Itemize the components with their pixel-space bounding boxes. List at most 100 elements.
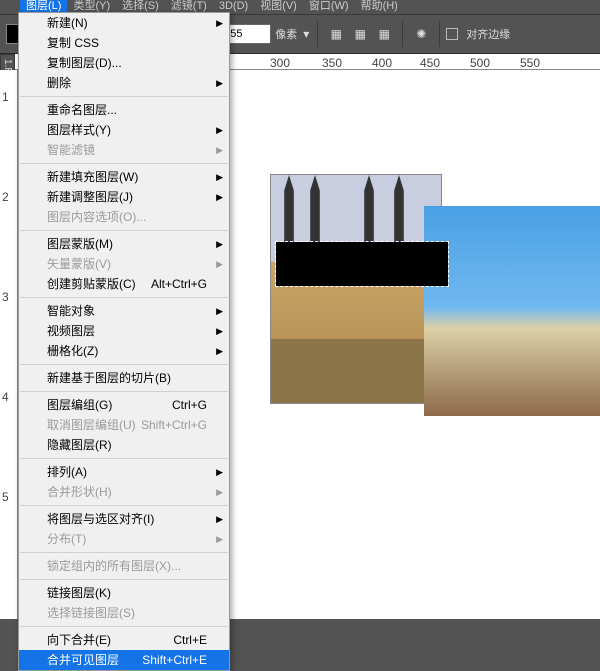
menu-shortcut: Ctrl+E: [173, 630, 207, 650]
menu-item[interactable]: 删除 ▶: [19, 73, 229, 93]
submenu-arrow-icon: ▶: [216, 341, 223, 361]
menu-item: 分布(T)▶: [19, 529, 229, 549]
height-input[interactable]: [225, 24, 271, 44]
separator: [439, 21, 440, 47]
menu-item[interactable]: 合并可见图层 Shift+Ctrl+E: [19, 650, 229, 670]
menu-item[interactable]: 复制图层(D)...: [19, 53, 229, 73]
menu-shortcut: Shift+Ctrl+E: [142, 650, 207, 670]
menu-separator: [20, 230, 228, 231]
ruler-tick: 2: [2, 190, 9, 204]
menu-item-label: 图层样式(Y): [47, 123, 111, 137]
ruler-tick: 500: [470, 56, 490, 70]
submenu-arrow-icon: ▶: [216, 13, 223, 33]
menu-item-label: 将图层与选区对齐(I): [47, 512, 154, 526]
menu-item[interactable]: 视频图层▶: [19, 321, 229, 341]
menu-item-label: 图层编组(G): [47, 398, 112, 412]
ruler-tick: 1: [2, 90, 9, 104]
menu-separator: [20, 579, 228, 580]
menu-item-label: 分布(T): [47, 532, 86, 546]
gear-icon[interactable]: ✺: [412, 25, 430, 43]
submenu-arrow-icon: ▶: [216, 167, 223, 187]
menu-item[interactable]: 排列(A)▶: [19, 462, 229, 482]
menu-item-label: 视频图层: [47, 324, 95, 338]
menu-item[interactable]: 新建(N) ▶: [19, 13, 229, 33]
ruler-tick: 550: [520, 56, 540, 70]
menu-item-label: 删除: [47, 76, 71, 90]
menu-item[interactable]: 链接图层(K): [19, 583, 229, 603]
menu-item-label: 复制图层(D)...: [47, 56, 122, 70]
submenu-arrow-icon: ▶: [216, 73, 223, 93]
menu-shortcut: Shift+Ctrl+G: [141, 415, 207, 435]
menu-separator: [20, 458, 228, 459]
image-layer-buildings[interactable]: [270, 174, 442, 404]
menu-item-label: 新建基于图层的切片(B): [47, 371, 171, 385]
align-right-icon[interactable]: ▦: [375, 25, 393, 43]
ruler-tick: 450: [420, 56, 440, 70]
menu-shortcut: Alt+Ctrl+G: [151, 274, 207, 294]
menu-item[interactable]: 创建剪贴蒙版(C)Alt+Ctrl+G: [19, 274, 229, 294]
menu-separator: [20, 552, 228, 553]
menu-item[interactable]: 新建填充图层(W) ▶: [19, 167, 229, 187]
menu-item-label: 新建调整图层(J): [47, 190, 133, 204]
align-edges-checkbox[interactable]: [446, 28, 458, 40]
menu-item: 选择链接图层(S): [19, 603, 229, 623]
menu-item[interactable]: 图层编组(G)Ctrl+G: [19, 395, 229, 415]
menu-item: 智能滤镜▶: [19, 140, 229, 160]
dropdown-icon[interactable]: ▾: [301, 27, 311, 41]
submenu-arrow-icon: ▶: [216, 254, 223, 274]
menubar-item[interactable]: 视图(V): [254, 0, 303, 14]
menu-separator: [20, 505, 228, 506]
menu-item-label: 智能对象: [47, 304, 95, 318]
menu-item[interactable]: 智能对象▶: [19, 301, 229, 321]
menu-item[interactable]: 栅格化(Z) ▶: [19, 341, 229, 361]
menu-separator: [20, 96, 228, 97]
menu-item[interactable]: 重命名图层...: [19, 100, 229, 120]
menubar-item[interactable]: 窗口(W): [303, 0, 355, 14]
menu-item[interactable]: 新建调整图层(J) ▶: [19, 187, 229, 207]
menu-item[interactable]: 图层样式(Y) ▶: [19, 120, 229, 140]
menu-separator: [20, 391, 228, 392]
submenu-arrow-icon: ▶: [216, 140, 223, 160]
menubar-item[interactable]: 帮助(H): [355, 0, 404, 14]
menu-item[interactable]: 隐藏图层(R): [19, 435, 229, 455]
align-edges-label: 对齐边缘: [466, 26, 510, 42]
menu-item-label: 链接图层(K): [47, 586, 111, 600]
align-left-icon[interactable]: ▦: [327, 25, 345, 43]
menu-item-label: 复制 CSS: [47, 36, 99, 50]
layer-menu: 新建(N)▶复制 CSS复制图层(D)...删除▶重命名图层...图层样式(Y)…: [18, 12, 230, 671]
separator: [317, 21, 318, 47]
menu-item-label: 向下合并(E): [47, 633, 111, 647]
ruler-tick: 350: [322, 56, 342, 70]
image-layer-beach[interactable]: [424, 206, 600, 416]
menu-separator: [20, 163, 228, 164]
menu-item: 矢量蒙版(V) ▶: [19, 254, 229, 274]
submenu-arrow-icon: ▶: [216, 462, 223, 482]
ruler-tick: 300: [270, 56, 290, 70]
menu-item-label: 栅格化(Z): [47, 344, 98, 358]
menu-item-label: 新建(N): [47, 16, 88, 30]
ruler-tick: 5: [2, 490, 9, 504]
menu-item[interactable]: 复制 CSS: [19, 33, 229, 53]
menu-separator: [20, 626, 228, 627]
align-center-icon[interactable]: ▦: [351, 25, 369, 43]
menu-item: 图层内容选项(O)...: [19, 207, 229, 227]
menu-item[interactable]: 向下合并(E) Ctrl+E: [19, 630, 229, 650]
menu-item-label: 选择链接图层(S): [47, 606, 135, 620]
rectangle-shape[interactable]: [276, 242, 448, 286]
menu-item-label: 锁定组内的所有图层(X)...: [47, 559, 181, 573]
menu-item[interactable]: 新建基于图层的切片(B): [19, 368, 229, 388]
submenu-arrow-icon: ▶: [216, 120, 223, 140]
menu-item-label: 新建填充图层(W): [47, 170, 138, 184]
ruler-tick: 4: [2, 390, 9, 404]
menu-item-label: 矢量蒙版(V): [47, 257, 111, 271]
menu-item[interactable]: 图层蒙版(M)▶: [19, 234, 229, 254]
menu-item[interactable]: 将图层与选区对齐(I)▶: [19, 509, 229, 529]
separator: [402, 21, 403, 47]
ruler-tick: 400: [372, 56, 392, 70]
menu-item: 锁定组内的所有图层(X)...: [19, 556, 229, 576]
menu-item-label: 图层蒙版(M): [47, 237, 113, 251]
menu-item-label: 合并可见图层: [47, 653, 119, 667]
menu-item-label: 隐藏图层(R): [47, 438, 112, 452]
menu-separator: [20, 364, 228, 365]
submenu-arrow-icon: ▶: [216, 187, 223, 207]
